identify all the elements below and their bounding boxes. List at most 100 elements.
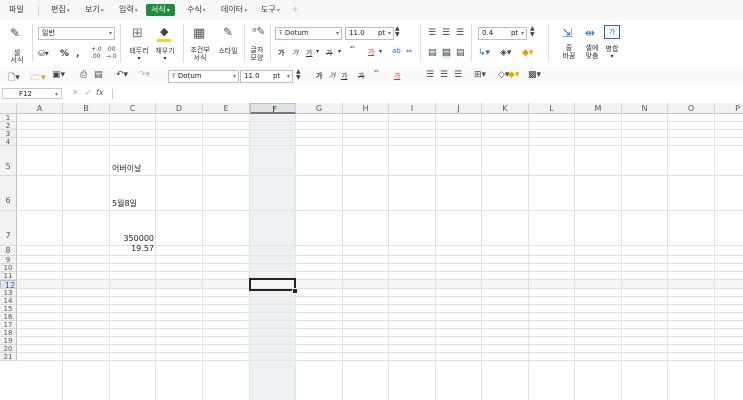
column-header-o[interactable]: O [668,103,715,114]
quick-strikethrough-button[interactable]: 가 [358,71,364,81]
cell-format-button[interactable]: 셀 서식 [6,50,28,64]
quick-fill-icon[interactable]: ◆▾ [508,70,519,80]
quick-align-left-icon[interactable]: ☰ [426,70,434,80]
align-center-icon[interactable]: ☰ [442,28,450,38]
strikethrough-button[interactable]: 가 [326,48,332,58]
row-header-12[interactable]: 12 [0,280,17,290]
column-header-i[interactable]: I [389,103,436,114]
row-header-15[interactable]: 15 [0,305,17,313]
row-header-21[interactable]: 21 [0,353,17,361]
column-header-l[interactable]: L [529,103,575,114]
column-header-f[interactable]: F [250,103,296,114]
row-header-5[interactable]: 5 [0,146,17,176]
row-header-2[interactable]: 2 [0,122,17,130]
cell-c5[interactable]: 어버이날 [112,164,141,174]
print-preview-icon[interactable]: ▤ [94,70,103,80]
menu-edit[interactable]: 편집▾ [48,4,73,16]
conditional-format-button[interactable]: 조건부 서식 [186,46,214,62]
row-header-6[interactable]: 6 [0,176,17,211]
undo-icon[interactable]: ↶▾ [116,70,128,80]
line-style-icon[interactable]: ↳▾ [478,48,490,58]
text-spacing-icon[interactable]: ab [392,47,401,55]
save-icon[interactable]: ▣▾ [52,70,65,80]
select-all-corner[interactable] [0,103,17,114]
menu-format[interactable]: 서식▾ [146,4,175,16]
quick-font-select[interactable]: Ŧ Dotum ▾ [168,70,239,83]
row-header-18[interactable]: 18 [0,329,17,337]
italic-button[interactable]: 가 [292,48,298,58]
column-header-c[interactable]: C [110,103,156,114]
column-header-p[interactable]: P [715,103,743,114]
font-size-stepper-icon[interactable]: ▲ ▼ [395,26,400,38]
column-header-n[interactable]: N [622,103,668,114]
cell-c8[interactable]: 19.57 [110,244,154,254]
column-header-b[interactable]: B [63,103,110,114]
align-bottom-icon[interactable]: ▤ [456,48,465,58]
bold-button[interactable]: 가 [278,48,284,58]
column-header-h[interactable]: H [343,103,389,114]
print-icon[interactable]: ⎙ [80,70,87,80]
menu-tools[interactable]: 도구▾ [258,4,283,16]
quick-underline-button[interactable]: 가 [341,71,347,81]
row-header-3[interactable]: 3 [0,130,17,138]
row-header-19[interactable]: 19 [0,337,17,345]
quick-italic-button[interactable]: 가 [329,71,335,81]
row-header-7[interactable]: 7 [0,211,17,246]
align-right-icon[interactable]: ☰ [456,28,464,38]
superscript-icon[interactable]: ᵃᵇ [350,45,355,52]
menu-data[interactable]: 데이터▾ [218,4,250,16]
align-top-icon[interactable]: ▤ [428,48,437,58]
column-header-e[interactable]: E [203,103,250,114]
quick-superscript-icon[interactable]: ᵃᵇ [374,69,379,76]
menu-view[interactable]: 보기▾ [82,4,107,16]
style-button[interactable]: 스타일 [214,46,242,56]
confirm-icon[interactable]: ✓ [85,88,92,97]
row-header-13[interactable]: 13 [0,289,17,297]
function-icon[interactable]: fx [96,88,104,97]
formula-input[interactable] [114,88,739,100]
spreadsheet-grid[interactable]: A B C D E F G H I J K L M N O P 1 2 3 4 5 6 7 8 9 10 11 12 13 14 15 16 1… [0,103,743,400]
row-header-11[interactable]: 11 [0,272,17,280]
column-header-k[interactable]: K [482,103,529,114]
line-color-icon[interactable]: ◈▾ [500,48,511,58]
quick-align-center-icon[interactable]: ☰ [440,70,448,80]
column-header-j[interactable]: J [436,103,482,114]
shape-fill-icon[interactable]: ◆▾ [522,48,533,58]
text-direction-icon[interactable]: ⇔ [406,47,412,55]
column-header-a[interactable]: A [17,103,63,114]
new-document-icon[interactable]: 🗋▾ [8,70,20,86]
row-header-1[interactable]: 1 [0,114,17,122]
column-header-g[interactable]: G [296,103,343,114]
quick-border-icon[interactable]: ⊞▾ [474,70,486,80]
decrease-decimal-icon[interactable]: .00 →.0 [106,46,117,60]
menu-file[interactable]: 파일 [6,4,27,16]
font-color-button[interactable]: 가 [368,47,374,57]
row-header-16[interactable]: 16 [0,313,17,321]
open-folder-icon[interactable]: 🗁▾ [30,70,46,86]
line-width-select[interactable]: 0.4 pt ▾ [478,27,527,40]
underline-button[interactable]: 가 [306,48,312,58]
align-middle-icon[interactable]: ▤ [442,48,451,58]
quick-font-color-button[interactable]: 가 [394,71,400,81]
quick-font-size-select[interactable]: 11.0 pt ▾ [240,70,293,83]
percent-button[interactable]: % [60,49,69,59]
text-shape-button[interactable]: 글자 모양 [247,46,267,62]
quick-align-right-icon[interactable]: ☰ [454,70,462,80]
comma-button[interactable]: , [76,49,79,59]
cancel-icon[interactable]: ✕ [72,88,79,97]
quick-font-stepper-icon[interactable]: ▲ ▼ [296,69,301,81]
column-header-m[interactable]: M [575,103,622,114]
line-width-stepper-icon[interactable]: ▲ ▼ [530,26,535,38]
font-size-select[interactable]: 11.0 pt ▾ [345,27,394,40]
increase-decimal-icon[interactable]: +.0.00 [91,46,102,60]
active-cell-f12[interactable] [249,278,296,291]
cell-c6[interactable]: 5월8일 [112,199,137,209]
redo-icon[interactable]: ↷▾ [138,70,150,80]
column-header-d[interactable]: D [156,103,203,114]
number-format-select[interactable]: 일반 ▾ [38,27,115,40]
row-header-14[interactable]: 14 [0,297,17,305]
menu-insert[interactable]: 입력▾ [116,4,141,16]
menu-formula[interactable]: 수식▾ [184,4,209,16]
pin-icon[interactable]: ✈ [292,5,299,14]
wrap-text-button[interactable]: 줄 바꿈 [557,44,581,60]
